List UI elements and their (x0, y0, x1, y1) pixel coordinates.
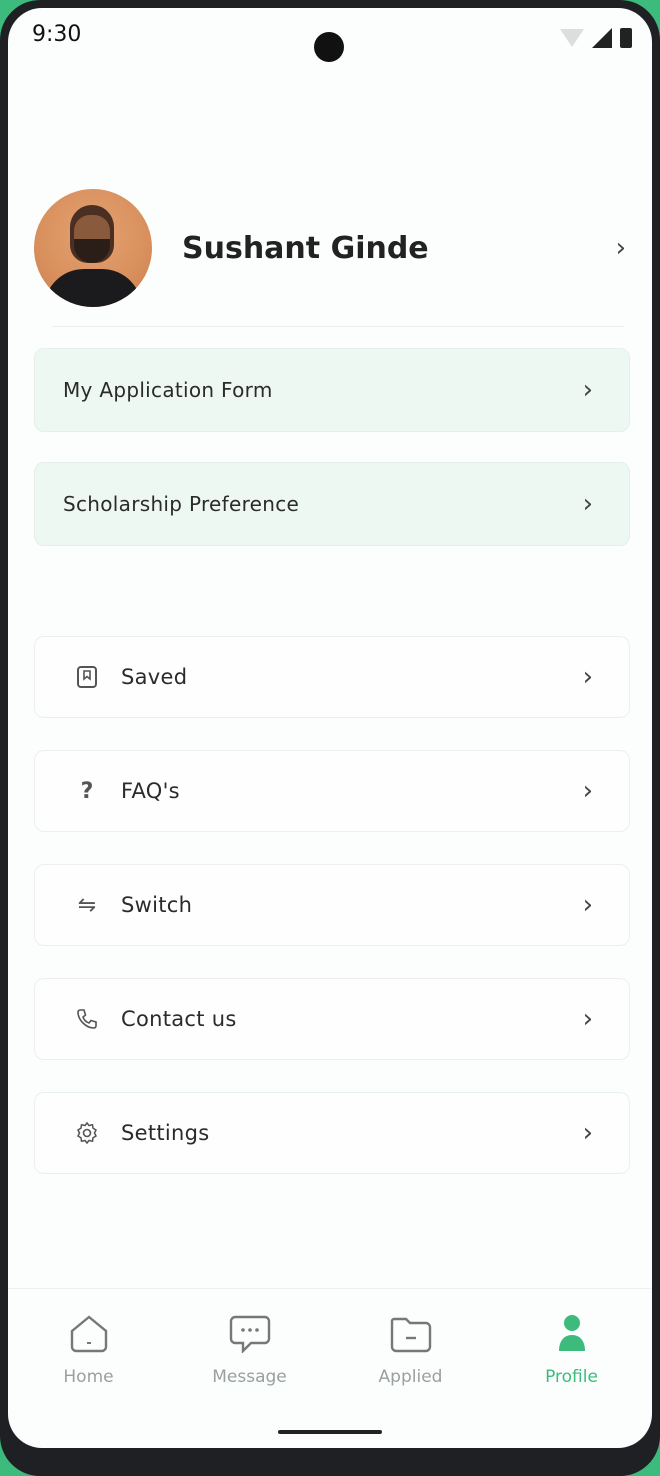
switch-arrows-icon: ⇋ (77, 892, 97, 918)
chevron-right-icon: › (582, 1004, 593, 1034)
wifi-icon (560, 29, 584, 47)
card-label: My Application Form (63, 378, 273, 402)
menu-label: Saved (121, 665, 188, 689)
phone-icon (65, 997, 109, 1041)
profile-name: Sushant Ginde (182, 230, 429, 266)
divider (52, 326, 624, 327)
menu-label: Switch (121, 893, 193, 917)
profile-header[interactable]: Sushant Ginde › (34, 178, 626, 318)
chevron-right-icon: › (582, 375, 593, 405)
screen: 9:30 Sushant Ginde › My Application Form… (8, 8, 652, 1448)
chevron-right-icon: › (582, 662, 593, 692)
phone-frame: 9:30 Sushant Ginde › My Application Form… (0, 0, 660, 1476)
scholarship-preference-button[interactable]: Scholarship Preference › (34, 462, 630, 546)
signal-icon (592, 28, 612, 48)
card-label: Scholarship Preference (63, 492, 300, 516)
avatar (34, 189, 152, 307)
nav-message[interactable]: Message (190, 1313, 310, 1387)
front-camera (314, 32, 344, 62)
menu-label: Settings (121, 1121, 210, 1145)
status-time: 9:30 (32, 22, 82, 47)
nav-applied[interactable]: Applied (351, 1313, 471, 1387)
home-indicator[interactable] (278, 1430, 382, 1434)
nav-label: Message (212, 1367, 287, 1387)
my-application-form-button[interactable]: My Application Form › (34, 348, 630, 432)
battery-icon (620, 28, 632, 48)
nav-profile[interactable]: Profile (512, 1313, 632, 1387)
menu-item-settings[interactable]: Settings › (34, 1092, 630, 1174)
gear-icon (65, 1111, 109, 1155)
nav-label: Profile (545, 1367, 598, 1387)
nav-label: Home (63, 1367, 114, 1387)
chevron-right-icon: › (582, 1118, 593, 1148)
menu-label: Contact us (121, 1007, 237, 1031)
profile-icon (551, 1313, 593, 1357)
chevron-right-icon: › (582, 776, 593, 806)
bottom-navigation: Home Message Applied Profile (8, 1288, 652, 1408)
menu-item-faqs[interactable]: ? FAQ's › (34, 750, 630, 832)
status-icons (560, 28, 632, 48)
chevron-right-icon: › (615, 233, 626, 263)
folder-icon (390, 1313, 432, 1357)
bookmark-icon (65, 655, 109, 699)
chevron-right-icon: › (582, 890, 593, 920)
menu-item-switch[interactable]: ⇋ Switch › (34, 864, 630, 946)
nav-label: Applied (378, 1367, 443, 1387)
menu-label: FAQ's (121, 779, 180, 803)
chevron-right-icon: › (582, 489, 593, 519)
menu-item-saved[interactable]: Saved › (34, 636, 630, 718)
message-icon (229, 1313, 271, 1357)
nav-home[interactable]: Home (29, 1313, 149, 1387)
home-icon (68, 1313, 110, 1357)
menu-item-contact-us[interactable]: Contact us › (34, 978, 630, 1060)
question-icon: ? (80, 778, 94, 804)
